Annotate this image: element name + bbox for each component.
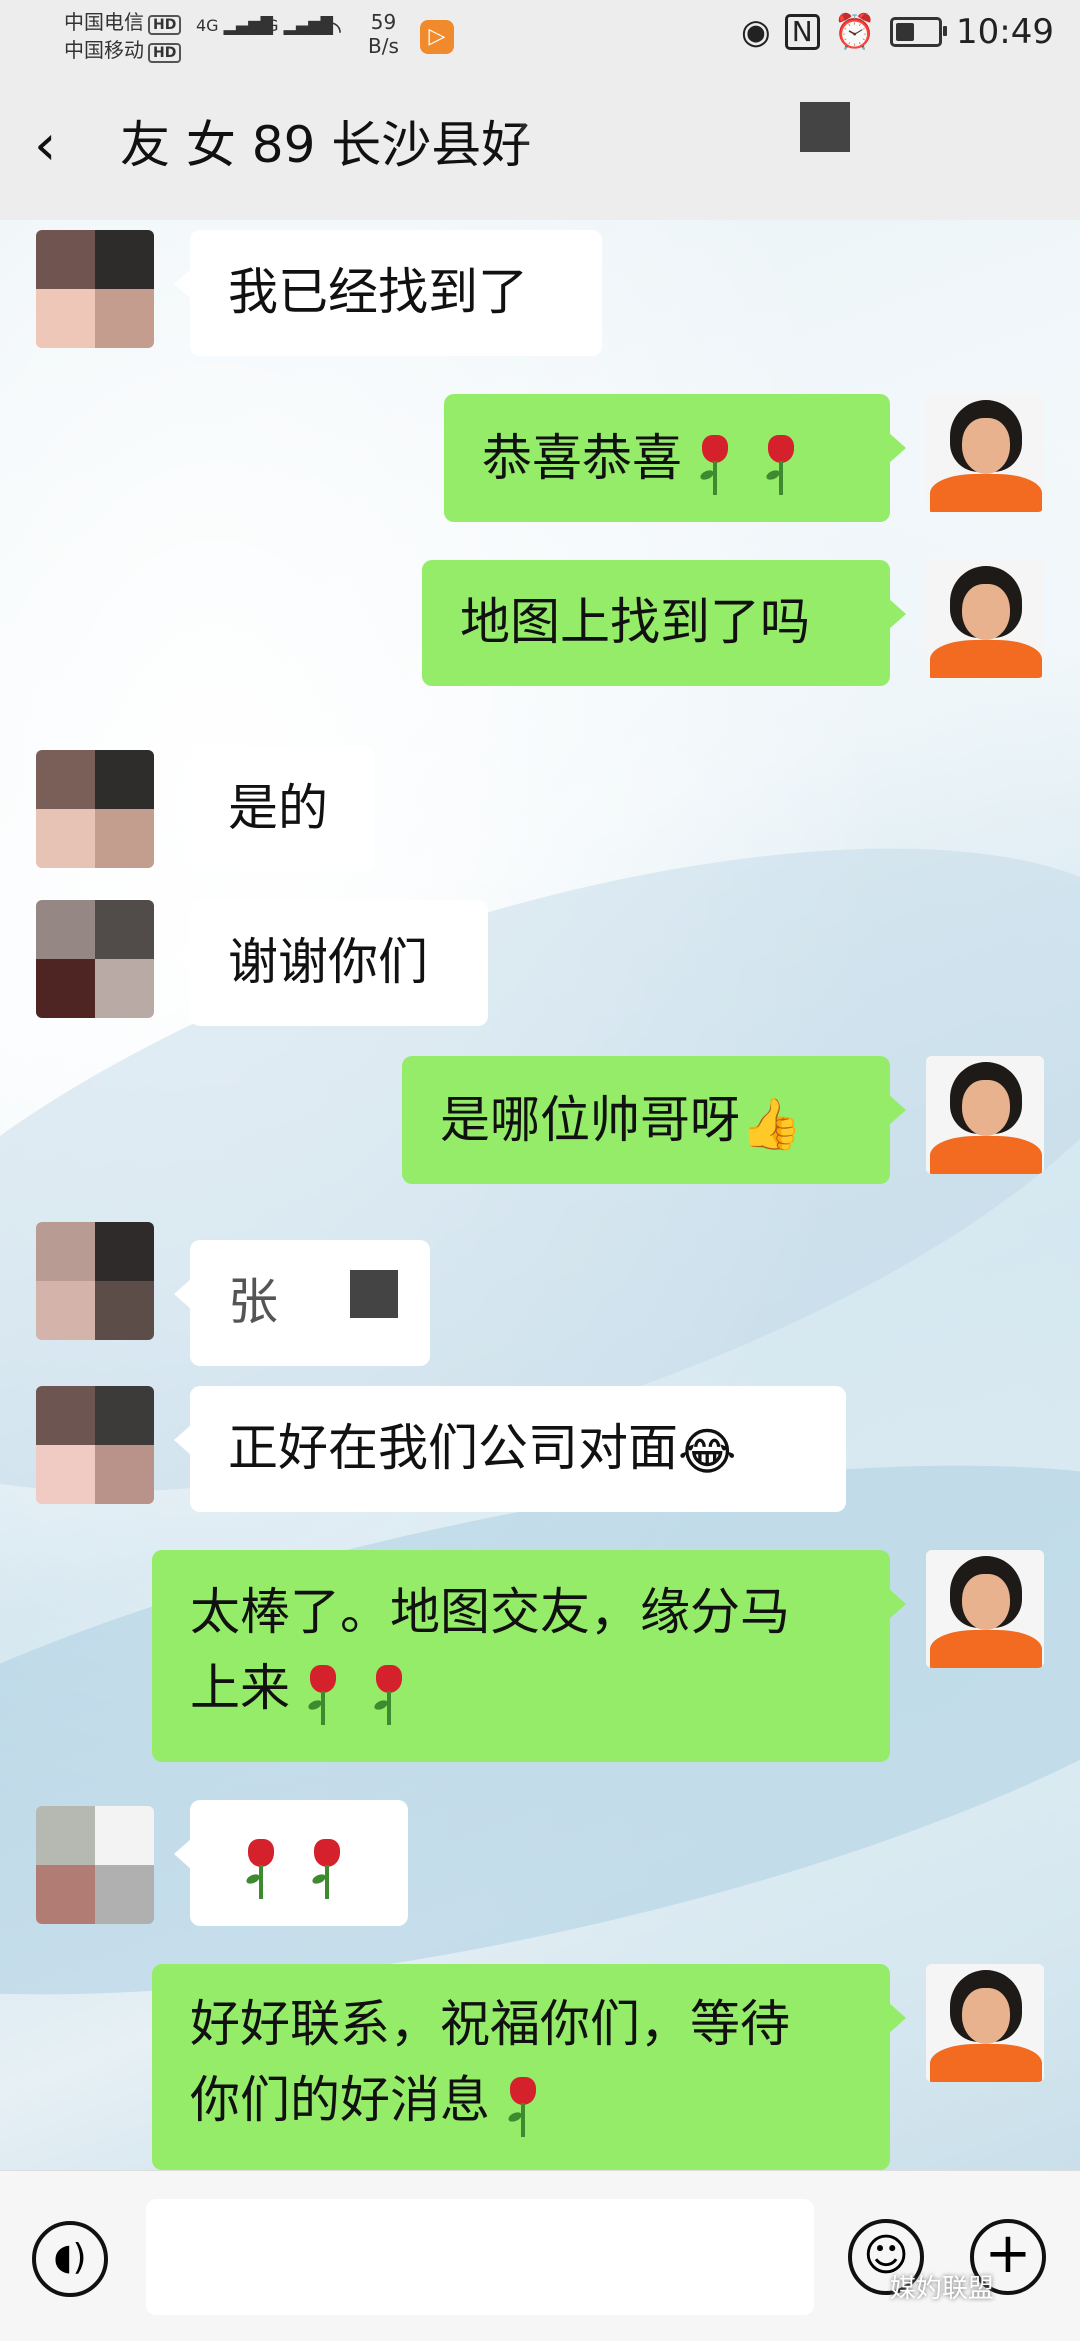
- outgoing-bubble[interactable]: 好好联系，祝福你们，等待 你们的好消息: [152, 1964, 906, 2170]
- message-text: 是哪位帅哥呀: [440, 1091, 740, 1149]
- avatar[interactable]: [36, 750, 154, 868]
- thumbs-up-icon: 👍: [740, 1094, 803, 1153]
- clock: 10:49: [956, 12, 1054, 52]
- incoming-bubble[interactable]: 正好在我们公司对面😂: [174, 1386, 846, 1512]
- network-speed: 59 B/s: [368, 10, 399, 58]
- avatar[interactable]: [36, 1386, 154, 1504]
- message-text: 是的: [228, 779, 328, 837]
- battery-icon: [890, 17, 948, 47]
- outgoing-bubble[interactable]: 地图上找到了吗: [422, 560, 906, 686]
- chevron-left-icon[interactable]: ‹: [34, 114, 94, 178]
- avatar[interactable]: [36, 900, 154, 1018]
- eye-icon: ◉: [741, 12, 771, 52]
- chat-area[interactable]: 我已经找到了 恭喜恭喜 地图上找到了吗 是的 谢谢你们 是哪位帅哥呀👍 张 正好…: [0, 220, 1080, 2170]
- outgoing-bubble[interactable]: 是哪位帅哥呀👍: [402, 1056, 906, 1184]
- incoming-bubble[interactable]: [174, 1800, 408, 1926]
- avatar[interactable]: [926, 1550, 1044, 1668]
- title-obscured: [520, 120, 780, 170]
- incoming-bubble[interactable]: 是的: [174, 746, 374, 872]
- alarm-icon: ⏰: [833, 12, 877, 52]
- hd-badge: HD: [148, 15, 182, 35]
- outgoing-bubble[interactable]: 恭喜恭喜: [444, 394, 906, 522]
- message-text: 正好在我们公司对面: [228, 1419, 678, 1477]
- chat-header: ‹ 友 女 89 长沙县好: [0, 72, 1080, 220]
- message-text-line-2: 你们的好消息: [190, 2071, 490, 2129]
- carrier-1-label: 中国电信: [64, 10, 144, 34]
- rose-icon: [238, 1831, 284, 1901]
- nfc-icon: N: [784, 14, 820, 50]
- rose-icon: [304, 1831, 350, 1901]
- incoming-bubble[interactable]: 张: [174, 1240, 430, 1366]
- chat-title: 友 女 89 长沙县好: [120, 116, 532, 174]
- incoming-bubble[interactable]: 我已经找到了: [174, 230, 602, 356]
- message-text: 地图上找到了吗: [460, 593, 810, 651]
- app-notification-icon: ▷: [420, 20, 454, 54]
- avatar[interactable]: [926, 560, 1044, 678]
- mosaic-block: [350, 1270, 398, 1318]
- avatar[interactable]: [926, 1056, 1044, 1174]
- message-text: 张: [228, 1273, 278, 1331]
- wifi-icon: ◠: [318, 14, 343, 47]
- rose-icon: [300, 1657, 346, 1727]
- laughing-crying-icon: 😂: [678, 1422, 737, 1481]
- message-text: 我已经找到了: [228, 263, 528, 321]
- carrier-info: 中国电信 HD 中国移动 HD: [64, 8, 182, 64]
- rose-icon: [366, 1657, 412, 1727]
- outgoing-bubble[interactable]: 太棒了。地图交友，缘分马 上来: [152, 1550, 906, 1762]
- rose-icon: [500, 2069, 546, 2139]
- hd-badge-2: HD: [148, 43, 182, 63]
- rose-icon: [692, 427, 738, 497]
- voice-icon[interactable]: ◖): [32, 2221, 108, 2297]
- mosaic-block: [800, 102, 850, 152]
- avatar[interactable]: [36, 1222, 154, 1340]
- input-bar: ◖) ☺ +: [0, 2170, 1080, 2341]
- speed-value: 59: [370, 10, 397, 34]
- avatar[interactable]: [36, 230, 154, 348]
- message-text: 谢谢你们: [228, 933, 428, 991]
- carrier-2-label: 中国移动: [64, 38, 144, 62]
- avatar[interactable]: [926, 1964, 1044, 2082]
- speed-unit: B/s: [368, 34, 399, 58]
- incoming-bubble[interactable]: 谢谢你们: [174, 900, 488, 1026]
- avatar[interactable]: [926, 394, 1044, 512]
- watermark: 媒妁联盟: [890, 2274, 995, 2304]
- status-right: ◉ N ⏰ 10:49: [741, 12, 1054, 52]
- rose-icon: [758, 427, 804, 497]
- message-text-line-1: 好好联系，祝福你们，等待: [190, 1995, 790, 2053]
- message-text-line-2: 上来: [190, 1659, 290, 1717]
- message-text: 恭喜恭喜: [482, 429, 682, 487]
- avatar[interactable]: [36, 1806, 154, 1924]
- message-input[interactable]: [146, 2199, 814, 2315]
- status-bar: 中国电信 HD 中国移动 HD 4G ▂▄▆█ 4G ▂▄▆█ ◠ 59 B/s ▷…: [0, 0, 1080, 72]
- message-text-line-1: 太棒了。地图交友，缘分马: [190, 1583, 790, 1641]
